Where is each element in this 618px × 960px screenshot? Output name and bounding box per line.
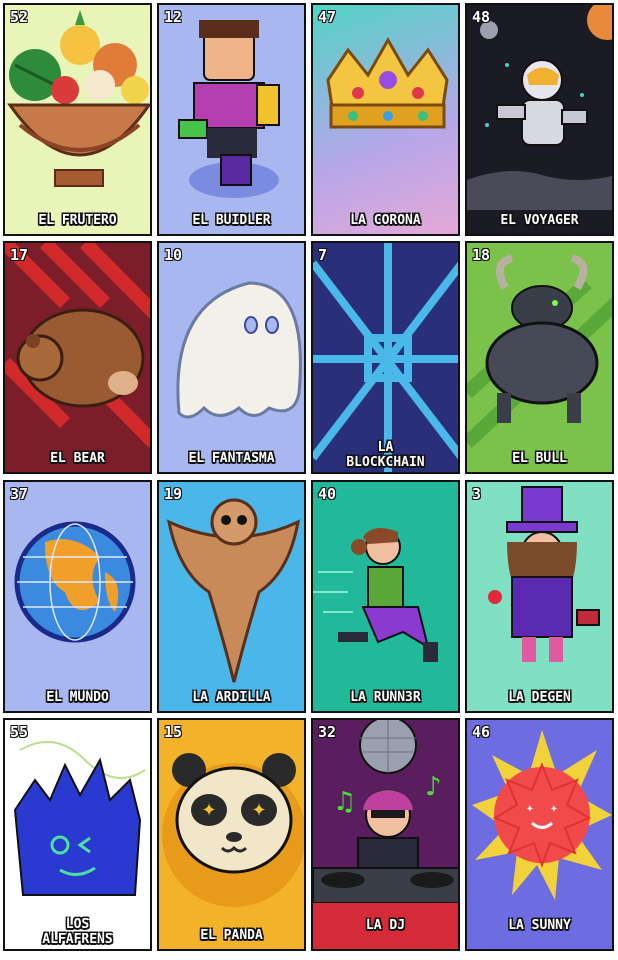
card-la-corona[interactable]: 47 LA CORONA [311, 3, 460, 236]
svg-text:✦: ✦ [526, 804, 534, 815]
card-el-mundo[interactable]: 37 EL MUNDO [3, 480, 152, 713]
card-el-bull[interactable]: 18 EL BULL [465, 241, 614, 474]
card-number: 47 [318, 8, 337, 26]
bull-art [467, 254, 612, 449]
card-los-alfafrens[interactable]: 55 LOS ALFAFRENS [3, 718, 152, 951]
sunny-art: ✦ ✦ [472, 730, 612, 900]
card-title: LA BLOCKCHAIN [346, 440, 425, 470]
panda-art: ✦ ✦ [162, 753, 304, 907]
card-number: 32 [318, 723, 337, 741]
svg-text:✦: ✦ [251, 800, 266, 821]
card-title: EL FRUTERO [38, 213, 117, 228]
card-title: LA RUNN3R [350, 690, 421, 705]
card-title: LA CORONA [350, 213, 421, 228]
card-number: 3 [472, 485, 482, 503]
card-number: 7 [318, 246, 328, 264]
card-title: EL FANTASMA [188, 451, 275, 466]
crown-art [326, 36, 449, 129]
degen-lady-art [488, 486, 600, 662]
card-la-degen[interactable]: 3 LA DEGEN [465, 480, 614, 713]
card-title: LA DEGEN [508, 690, 571, 705]
runner-art [313, 528, 438, 662]
svg-text:♫: ♫ [333, 787, 356, 817]
card-number: 52 [10, 8, 29, 26]
card-la-ardilla[interactable]: 19 LA ARDILLA [157, 480, 306, 713]
bear-art [5, 243, 150, 448]
builder-character-art [178, 20, 280, 198]
flying-squirrel-art [166, 498, 300, 683]
dj-art: ♫ ♪ [313, 720, 458, 949]
card-el-buidler[interactable]: 12 EL BUIDLER [157, 3, 306, 236]
loteria-card-grid: 52 EL FRUTERO 12 EL BUIDLER 47 LA CORONA [0, 0, 618, 960]
card-number: 18 [472, 246, 491, 264]
card-title: EL BUIDLER [192, 213, 271, 228]
astronaut-art [467, 5, 612, 210]
card-la-dj[interactable]: ♫ ♪ 32 LA DJ [311, 718, 460, 951]
card-title: LA ARDILLA [192, 690, 271, 705]
ghost-art [176, 281, 302, 419]
card-el-panda[interactable]: ✦ ✦ 15 EL PANDA [157, 718, 306, 951]
fruit-bowl-art [7, 10, 150, 187]
card-number: 17 [10, 246, 29, 264]
card-title: EL BEAR [50, 451, 105, 466]
svg-text:✦: ✦ [550, 804, 558, 815]
card-el-frutero[interactable]: 52 EL FRUTERO [3, 3, 152, 236]
card-number: 10 [164, 246, 183, 264]
card-la-sunny[interactable]: ✦ ✦ 46 LA SUNNY [465, 718, 614, 951]
card-la-runn3r[interactable]: 40 LA RUNN3R [311, 480, 460, 713]
card-title: EL BULL [512, 451, 567, 466]
svg-text:♪: ♪ [425, 772, 442, 802]
card-el-voyager[interactable]: 48 EL VOYAGER [465, 3, 614, 236]
card-number: 40 [318, 485, 337, 503]
card-number: 19 [164, 485, 183, 503]
card-title: EL MUNDO [46, 690, 109, 705]
globe-art [14, 521, 136, 643]
card-number: 48 [472, 8, 491, 26]
card-number: 46 [472, 723, 491, 741]
card-title: EL PANDA [200, 928, 263, 943]
card-number: 12 [164, 8, 183, 26]
card-number: 55 [10, 723, 29, 741]
svg-text:✦: ✦ [201, 800, 216, 821]
card-el-fantasma[interactable]: 10 EL FANTASMA [157, 241, 306, 474]
card-number: 37 [10, 485, 29, 503]
card-el-bear[interactable]: 17 EL BEAR [3, 241, 152, 474]
card-title: LA SUNNY [508, 918, 571, 933]
card-la-blockchain[interactable]: 7 LA BLOCKCHAIN [311, 241, 460, 474]
card-title: LA DJ [365, 918, 406, 933]
card-number: 15 [164, 723, 183, 741]
card-title: LOS ALFAFRENS [42, 917, 113, 947]
card-title: EL VOYAGER [500, 213, 579, 228]
